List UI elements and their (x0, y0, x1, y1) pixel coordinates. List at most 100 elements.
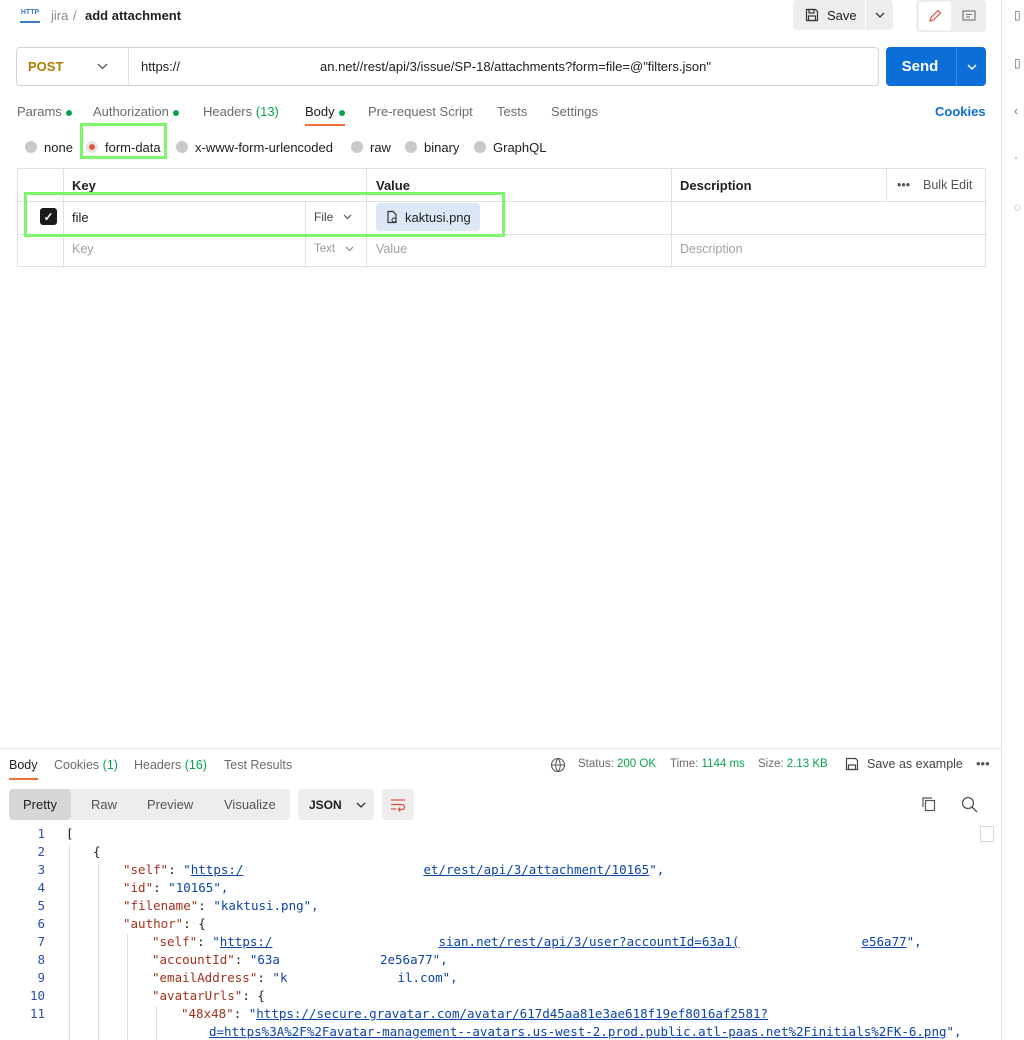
time-label: Time: (670, 758, 699, 770)
response-tab-body[interactable]: Body (9, 758, 38, 780)
json-url[interactable]: et/rest/api/3/attachment/10165 (423, 862, 649, 877)
format-raw[interactable]: Raw (91, 789, 117, 820)
save-options-button[interactable] (866, 0, 893, 30)
tab-params[interactable]: Params (17, 104, 72, 126)
radio-form-data[interactable]: form-data (86, 140, 161, 155)
related-icon[interactable]: · (1014, 150, 1024, 164)
response-size: Size: 2.13 KB (758, 758, 828, 770)
bulk-edit-button[interactable]: Bulk Edit (923, 178, 972, 192)
radio-binary[interactable]: binary (405, 139, 460, 155)
active-indicator-dot (172, 109, 179, 116)
send-button-group: Send (886, 47, 986, 86)
more-options-icon[interactable]: ••• (897, 178, 910, 192)
json-string: "63a (249, 952, 280, 967)
tab-tests[interactable]: Tests (497, 104, 527, 126)
url-input[interactable]: https:// (141, 59, 180, 74)
response-code-viewer[interactable]: 1 2 3 4 5 6 7 8 9 10 11 [ { "self": "htt… (0, 826, 1001, 1040)
wrap-lines-button[interactable] (382, 789, 414, 820)
response-tab-headers[interactable]: Headers (16) (134, 758, 207, 772)
response-tab-cookies[interactable]: Cookies (1) (54, 758, 118, 772)
radio-indicator (176, 141, 188, 153)
radio-x-www-form-urlencoded[interactable]: x-www-form-urlencoded (176, 140, 333, 155)
format-label: Pretty (23, 797, 57, 812)
json-url[interactable]: https:/ (191, 862, 244, 877)
value-placeholder[interactable]: Value (376, 242, 407, 256)
wrap-icon (391, 798, 406, 812)
scrollbar[interactable] (980, 826, 994, 842)
code-line: "self": "https:/sian.net/rest/api/3/user… (152, 934, 922, 949)
line-number: 8 (37, 952, 45, 967)
key-placeholder[interactable]: Key (72, 242, 94, 256)
breadcrumb-separator: / (73, 8, 77, 23)
code-line: { (93, 844, 101, 859)
cookies-count: (1) (102, 758, 118, 772)
request-title[interactable]: add attachment (85, 8, 181, 23)
radio-indicator (351, 141, 363, 153)
indent-guide (156, 1006, 157, 1040)
line-number: 11 (29, 1006, 45, 1021)
status-value: 200 OK (617, 758, 657, 770)
chevron-down-icon (356, 802, 366, 808)
comment-mode-button[interactable] (953, 2, 985, 30)
language-select[interactable]: JSON (298, 789, 374, 820)
json-string: il.com", (397, 970, 458, 985)
json-string: 2e56a77", (379, 952, 448, 967)
edit-mode-button[interactable] (919, 2, 951, 30)
json-url[interactable]: sian.net/rest/api/3/user?accountId=63a1( (438, 934, 739, 949)
indent-guide (127, 934, 128, 1040)
save-label: Save (827, 7, 857, 23)
url-input-continued[interactable]: an.net//rest/api/3/issue/SP-18/attachmen… (320, 59, 711, 74)
cookies-link[interactable]: Cookies (935, 104, 986, 119)
size-value: 2.13 KB (786, 758, 828, 770)
save-as-example-button[interactable]: Save as example (845, 757, 963, 771)
breadcrumb-collection[interactable]: jira (51, 8, 68, 23)
json-url[interactable]: https:/ (220, 934, 273, 949)
json-url[interactable]: e56a77 (861, 934, 906, 949)
line-number: 1 (37, 826, 45, 841)
tab-headers[interactable]: Headers (13) (203, 104, 279, 126)
format-preview[interactable]: Preview (147, 789, 193, 820)
search-icon[interactable] (961, 796, 978, 816)
radio-label: binary (424, 139, 460, 155)
column-header-description: Description (680, 178, 752, 193)
save-button-group: Save (793, 0, 893, 30)
line-number: 10 (29, 988, 45, 1003)
tab-pre-request-script[interactable]: Pre-request Script (368, 104, 473, 126)
code-icon[interactable]: ‹ (1014, 104, 1024, 118)
copy-icon[interactable] (921, 796, 937, 815)
http-request-icon: HTTP (20, 7, 40, 23)
send-options-button[interactable] (957, 47, 986, 86)
method-select[interactable]: POST (17, 48, 128, 85)
radio-raw[interactable]: raw (351, 140, 391, 155)
tab-settings[interactable]: Settings (551, 104, 598, 126)
chevron-down-icon (345, 246, 354, 252)
comments-icon[interactable]: ▯ (1014, 56, 1024, 70)
tab-body[interactable]: Body (305, 104, 345, 126)
radio-label: none (44, 139, 73, 155)
chevron-down-icon (967, 64, 976, 70)
format-toggle: Pretty Raw Preview Visualize (9, 789, 290, 820)
send-button[interactable]: Send (886, 47, 954, 86)
format-visualize[interactable]: Visualize (224, 789, 276, 820)
line-number: 4 (37, 880, 45, 895)
globe-icon[interactable] (550, 757, 566, 776)
save-button[interactable]: Save (793, 0, 865, 30)
format-pretty[interactable]: Pretty (9, 789, 71, 820)
json-url[interactable]: https://secure.gravatar.com/avatar/617d4… (256, 1006, 768, 1021)
tab-label: Headers (134, 758, 182, 772)
documentation-icon[interactable]: ▯ (1014, 8, 1024, 22)
json-key: "48x48" (181, 1006, 234, 1021)
info-icon[interactable]: ◌ (1014, 200, 1024, 214)
column-divider (671, 169, 672, 268)
radio-none[interactable]: none (25, 139, 73, 155)
type-select[interactable]: Text (314, 243, 354, 255)
more-options-icon[interactable]: ••• (976, 756, 990, 771)
code-line: "emailAddress": "k il.com", (152, 970, 458, 985)
response-tab-test-results[interactable]: Test Results (224, 758, 292, 772)
highlight-box (24, 192, 505, 237)
json-url[interactable]: d=https%3A%2F%2Favatar-management--avata… (209, 1024, 947, 1039)
code-token: [ (66, 826, 74, 841)
radio-graphql[interactable]: GraphQL (474, 140, 546, 155)
json-string: "k (272, 970, 288, 985)
description-placeholder[interactable]: Description (680, 242, 743, 256)
